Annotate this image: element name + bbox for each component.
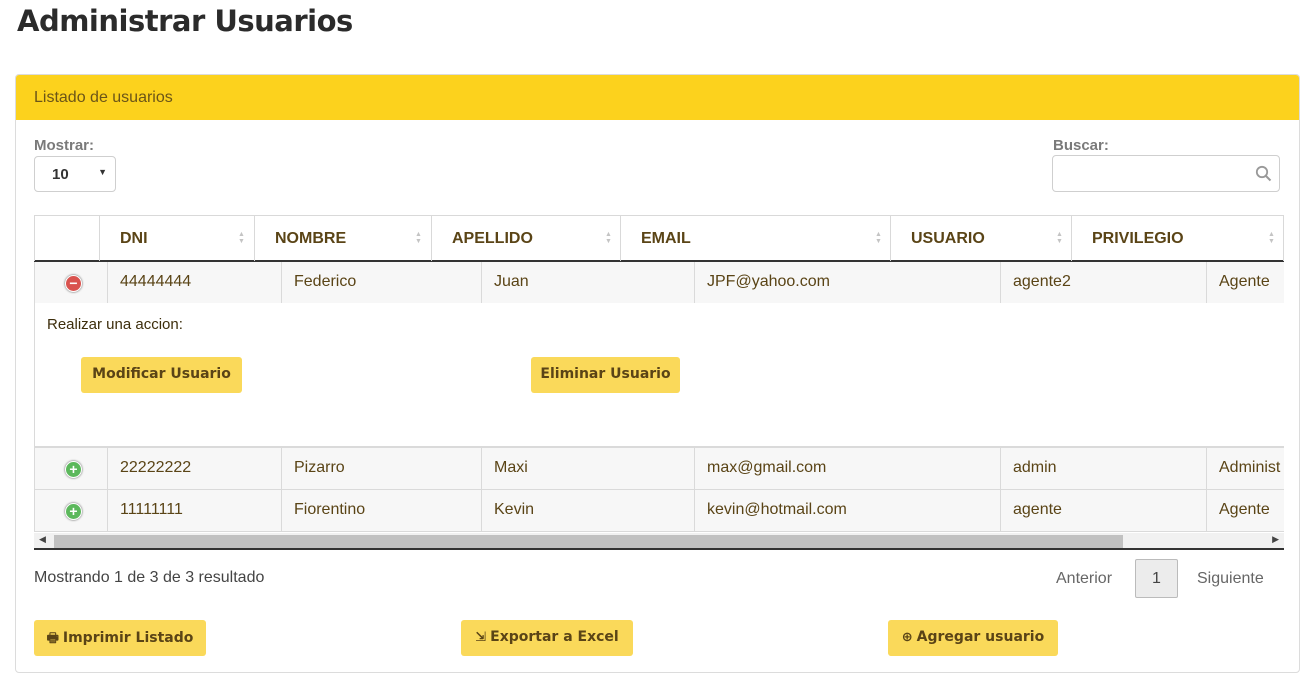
table-row[interactable]: − 44444444 Federico Juan JPF@yahoo.com a…: [34, 262, 1284, 304]
plus-circle-icon[interactable]: +: [65, 461, 82, 478]
cell-nombre: Fiorentino: [281, 490, 481, 532]
table-row[interactable]: + 11111111 Fiorentino Kevin kevin@hotmai…: [34, 490, 1284, 532]
panel-heading: Listado de usuarios: [16, 75, 1299, 120]
export-excel-button[interactable]: ⇲ Exportar a Excel: [461, 620, 633, 656]
cell-privilegio: Agente: [1206, 490, 1284, 532]
sort-icon: ▲ ▼: [605, 231, 612, 245]
export-icon: ⇲: [475, 630, 487, 645]
table-row[interactable]: + 22222222 Pizarro Maxi max@gmail.com ad…: [34, 448, 1284, 490]
cell-dni: 11111111: [107, 490, 281, 532]
horizontal-scrollbar[interactable]: ◀ ▶: [34, 533, 1284, 550]
cell-apellido: Maxi: [481, 448, 694, 490]
header-apellido[interactable]: APELLIDO ▲ ▼: [431, 216, 620, 261]
header-usuario[interactable]: USUARIO ▲ ▼: [890, 216, 1071, 261]
cell-apellido: Kevin: [481, 490, 694, 532]
modify-user-button[interactable]: Modificar Usuario: [81, 357, 242, 393]
page-length-value: 10: [52, 166, 69, 183]
print-list-button[interactable]: 🖶 Imprimir Listado: [34, 620, 206, 656]
cell-nombre: Pizarro: [281, 448, 481, 490]
sort-icon: ▲ ▼: [1268, 231, 1275, 245]
cell-usuario: admin: [1000, 448, 1206, 490]
sort-icon: ▲ ▼: [875, 231, 882, 245]
cell-dni: 22222222: [107, 448, 281, 490]
cell-usuario: agente: [1000, 490, 1206, 532]
search-input[interactable]: [1052, 155, 1280, 192]
page-length-select[interactable]: 10 ▼: [34, 156, 116, 192]
users-panel: Listado de usuarios Mostrar: 10 ▼ Buscar…: [15, 74, 1300, 673]
scroll-left-icon[interactable]: ◀: [39, 535, 46, 545]
search-label: Buscar:: [1053, 137, 1109, 154]
plus-circle-icon: ⊕: [901, 630, 913, 645]
row-control[interactable]: +: [34, 490, 107, 532]
header-privilegio[interactable]: PRIVILEGIO ▲ ▼: [1071, 216, 1284, 261]
page-title: Administrar Usuarios: [17, 4, 353, 38]
search-icon: [1255, 165, 1272, 182]
row-details: Realizar una accion: Modificar Usuario E…: [34, 303, 1284, 448]
pagination-previous[interactable]: Anterior: [1056, 570, 1112, 588]
cell-usuario: agente2: [1000, 262, 1206, 304]
pagination-page-1[interactable]: 1: [1135, 559, 1178, 598]
row-control[interactable]: +: [34, 448, 107, 490]
printer-icon: 🖶: [46, 631, 59, 646]
pagination-next[interactable]: Siguiente: [1197, 570, 1264, 588]
header-nombre[interactable]: NOMBRE ▲ ▼: [254, 216, 430, 261]
caret-down-icon: ▼: [98, 167, 107, 177]
table-header: DNI ▲ ▼ NOMBRE ▲ ▼ APELLIDO ▲ ▼ EMAIL ▲ ▼ USUARI…: [34, 215, 1284, 262]
sort-icon: ▲ ▼: [1056, 231, 1063, 245]
sort-icon: ▲ ▼: [415, 231, 422, 245]
actions-title: Realizar una accion:: [47, 316, 183, 333]
table-info: Mostrando 1 de 3 de 3 resultado: [34, 569, 265, 586]
cell-dni: 44444444: [107, 262, 281, 304]
cell-nombre: Federico: [281, 262, 481, 304]
sort-icon: ▲ ▼: [238, 231, 245, 245]
row-control[interactable]: −: [34, 262, 107, 304]
cell-privilegio: Administ: [1206, 448, 1284, 490]
cell-email: kevin@hotmail.com: [694, 490, 1000, 532]
header-email[interactable]: EMAIL ▲ ▼: [620, 216, 890, 261]
show-label: Mostrar:: [34, 137, 95, 154]
scroll-right-icon[interactable]: ▶: [1272, 535, 1279, 545]
cell-apellido: Juan: [481, 262, 694, 304]
header-dni[interactable]: DNI ▲ ▼: [99, 216, 253, 261]
cell-email: max@gmail.com: [694, 448, 1000, 490]
plus-circle-icon[interactable]: +: [65, 503, 82, 520]
cell-privilegio: Agente: [1206, 262, 1284, 304]
delete-user-button[interactable]: Eliminar Usuario: [531, 357, 680, 393]
add-user-button[interactable]: ⊕ Agregar usuario: [888, 620, 1058, 656]
users-table: DNI ▲ ▼ NOMBRE ▲ ▼ APELLIDO ▲ ▼ EMAIL ▲ ▼ USUARI…: [34, 215, 1284, 552]
scrollbar-thumb[interactable]: [54, 535, 1123, 548]
header-control: [34, 216, 99, 261]
cell-email: JPF@yahoo.com: [694, 262, 1000, 304]
minus-circle-icon[interactable]: −: [65, 275, 82, 292]
